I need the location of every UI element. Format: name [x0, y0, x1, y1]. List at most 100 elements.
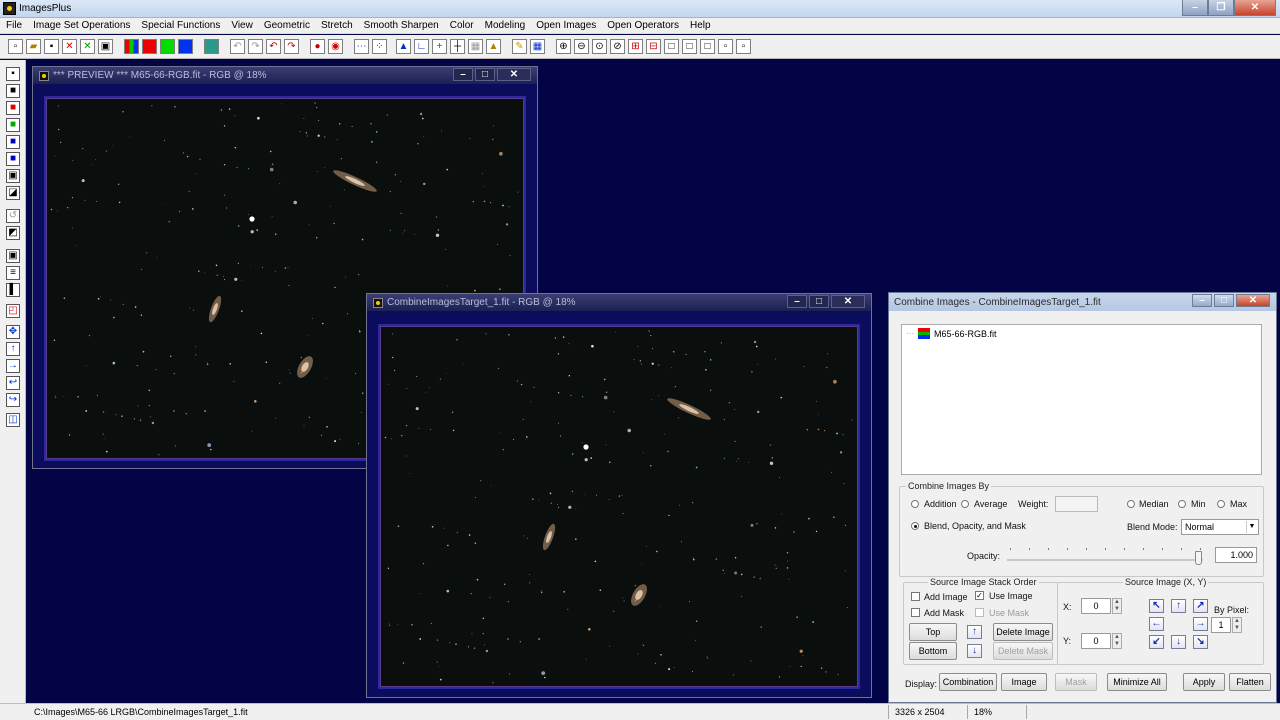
column-icon[interactable]: ▌ [6, 283, 20, 297]
zoom-fit-icon[interactable]: ⊙ [592, 39, 607, 54]
move-up-left-arrow-icon[interactable]: ↖ [1149, 599, 1164, 613]
image-icon[interactable]: ▲ [486, 39, 501, 54]
minimize-icon[interactable]: – [787, 295, 807, 308]
move-down-arrow-icon[interactable]: ↓ [1171, 635, 1186, 649]
combination-button[interactable]: Combination [939, 673, 997, 691]
chevron-down-icon[interactable]: ▼ [1246, 521, 1257, 533]
target-image-canvas[interactable] [380, 326, 858, 687]
weight-input[interactable] [1055, 496, 1098, 512]
preview-window-titlebar[interactable]: *** PREVIEW *** M65-66-RGB.fit - RGB @ 1… [33, 67, 537, 84]
menu-open-images[interactable]: Open Images [530, 18, 601, 33]
blue-black-2-icon[interactable]: ■ [6, 152, 20, 166]
image-button[interactable]: Image [1001, 673, 1047, 691]
minimize-all-button[interactable]: Minimize All [1107, 673, 1167, 691]
arrow-up-icon[interactable]: ↑ [6, 342, 20, 356]
move-down-right-arrow-icon[interactable]: ↘ [1193, 635, 1208, 649]
undo-icon[interactable]: ↶ [266, 39, 281, 54]
save-icon[interactable]: ▪ [44, 39, 59, 54]
layer-icon[interactable]: ◪ [6, 186, 20, 200]
rotate-disabled-icon[interactable]: ↺ [6, 209, 20, 223]
record-icon[interactable]: ● [310, 39, 325, 54]
apply-button[interactable]: Apply [1183, 673, 1225, 691]
pencil-icon[interactable]: ✎ [512, 39, 527, 54]
turn-down-icon[interactable]: ↪ [6, 393, 20, 407]
green-black-icon[interactable]: ■ [6, 118, 20, 132]
window-c-icon[interactable]: □ [700, 39, 715, 54]
dialog-titlebar[interactable]: Combine Images - CombineImagesTarget_1.f… [889, 293, 1276, 311]
redo-disabled-icon[interactable]: ↷ [248, 39, 263, 54]
use-image-checkbox[interactable]: ✓ [975, 591, 984, 600]
restore-icon[interactable]: ❐ [1208, 0, 1234, 16]
tree-item[interactable]: ··· M65-66-RGB.fit [906, 328, 997, 340]
bars-icon[interactable]: ≡ [6, 266, 20, 280]
green-channel-icon[interactable] [160, 39, 175, 54]
rgb-channels-icon[interactable] [124, 39, 139, 54]
menu-open-operators[interactable]: Open Operators [601, 18, 684, 33]
close-icon[interactable]: ✕ [497, 68, 531, 81]
grid-icon[interactable] [204, 39, 219, 54]
move-icon[interactable]: ✥ [6, 325, 20, 339]
zoom-in-icon[interactable]: ⊕ [556, 39, 571, 54]
arrow-right-icon[interactable]: → [6, 359, 20, 373]
bottom-button[interactable]: Bottom [909, 642, 957, 660]
select-icon[interactable]: ▣ [6, 249, 20, 263]
menu-geometric[interactable]: Geometric [258, 18, 315, 33]
window-d-icon[interactable]: ▫ [718, 39, 733, 54]
close-icon[interactable]: ✕ [831, 295, 865, 308]
crosshair-icon[interactable]: + [432, 39, 447, 54]
delete-mask-button[interactable]: Delete Mask [993, 642, 1053, 660]
move-up-arrow-icon[interactable]: ↑ [1171, 599, 1186, 613]
max-radio[interactable] [1217, 500, 1225, 508]
open-folder-icon[interactable]: ▰ [26, 39, 41, 54]
use-mask-checkbox[interactable] [975, 608, 984, 617]
minimize-icon[interactable]: – [453, 68, 473, 81]
redo-icon[interactable]: ↷ [284, 39, 299, 54]
median-radio[interactable] [1127, 500, 1135, 508]
add-icon[interactable]: ⊞ [628, 39, 643, 54]
minimize-icon[interactable]: – [1192, 294, 1212, 307]
table-icon[interactable]: ▦ [530, 39, 545, 54]
panel-icon[interactable]: ◫ [6, 413, 20, 427]
menu-file[interactable]: File [0, 18, 27, 33]
menu-view[interactable]: View [225, 18, 258, 33]
blend-mode-select[interactable]: Normal ▼ [1181, 519, 1259, 535]
by-pixel-input[interactable]: 1 [1211, 617, 1231, 633]
stack-down-arrow-icon[interactable]: ↓ [967, 644, 982, 658]
record-stop-icon[interactable]: ◉ [328, 39, 343, 54]
dots-icon[interactable]: ⋯ [354, 39, 369, 54]
minimize-icon[interactable]: – [1182, 0, 1208, 16]
new-file-icon[interactable]: ▫ [8, 39, 23, 54]
add-mask-checkbox[interactable] [911, 608, 920, 617]
delete-image-button[interactable]: Delete Image [993, 623, 1053, 641]
target-window[interactable]: CombineImagesTarget_1.fit - RGB @ 18% – … [366, 293, 872, 698]
close-icon[interactable]: ✕ [1234, 0, 1276, 16]
window-a-icon[interactable]: □ [664, 39, 679, 54]
x-spinner[interactable]: ▲ ▼ [1112, 598, 1122, 614]
zoom-out-icon[interactable]: ⊖ [574, 39, 589, 54]
y-spinner[interactable]: ▲ ▼ [1112, 633, 1122, 649]
menu-smooth-sharpen[interactable]: Smooth Sharpen [358, 18, 444, 33]
crosshair-thin-icon[interactable]: ┼ [450, 39, 465, 54]
region-icon[interactable]: ◰ [6, 304, 20, 318]
stack-up-arrow-icon[interactable]: ↑ [967, 625, 982, 639]
copy-icon[interactable]: ▣ [98, 39, 113, 54]
min-radio[interactable] [1178, 500, 1186, 508]
blue-black-icon[interactable]: ■ [6, 135, 20, 149]
black-square-icon[interactable]: ■ [6, 84, 20, 98]
blend-opacity-mask-radio[interactable] [911, 522, 919, 530]
frame-icon[interactable]: ▦ [468, 39, 483, 54]
undo-disabled-icon[interactable]: ↶ [230, 39, 245, 54]
diagonal-icon[interactable]: ◩ [6, 226, 20, 240]
move-right-arrow-icon[interactable]: → [1193, 617, 1208, 631]
opacity-slider[interactable] [1007, 546, 1203, 566]
y-input[interactable]: 0 [1081, 633, 1111, 649]
red-black-icon[interactable]: ■ [6, 101, 20, 115]
move-left-arrow-icon[interactable]: ← [1149, 617, 1164, 631]
by-pixel-spinner[interactable]: ▲ ▼ [1232, 617, 1242, 633]
menu-modeling[interactable]: Modeling [479, 18, 531, 33]
turn-left-icon[interactable]: ↩ [6, 376, 20, 390]
opacity-input[interactable]: 1.000 [1215, 547, 1257, 563]
blue-channel-icon[interactable] [178, 39, 193, 54]
top-button[interactable]: Top [909, 623, 957, 641]
menu-help[interactable]: Help [684, 18, 716, 33]
